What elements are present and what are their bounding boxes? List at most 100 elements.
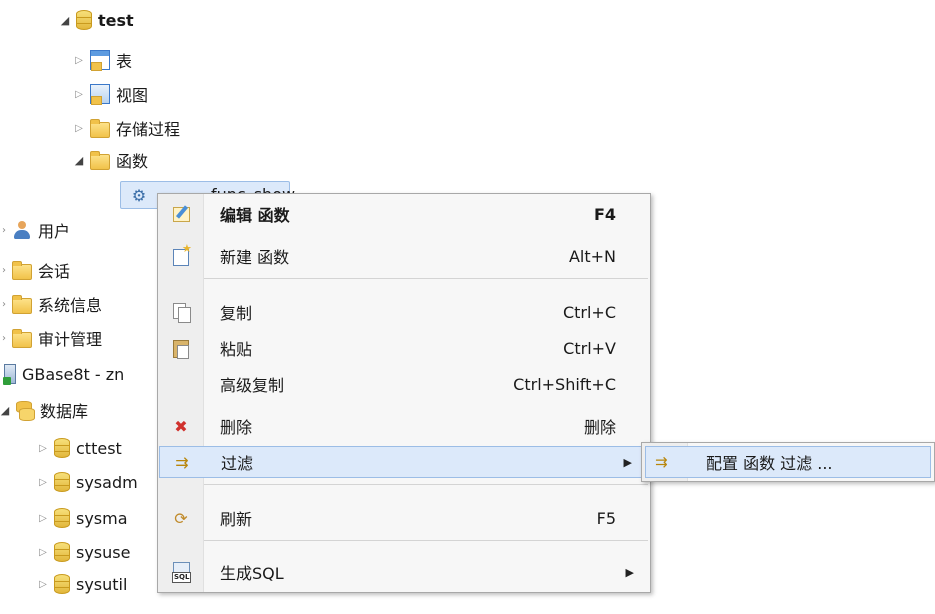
- menu-item-label: 刷新: [220, 510, 253, 529]
- new-icon: [170, 242, 192, 267]
- submenu-arrow-icon: ▶: [625, 565, 634, 579]
- tree-node-db[interactable]: ▷ sysutil: [36, 570, 127, 598]
- tree-node-sessions[interactable]: › 会话: [0, 256, 70, 284]
- filter-submenu: ⇉ 配置 函数 过滤 ...: [641, 442, 935, 482]
- tree-node-db[interactable]: ▷ cttest: [36, 434, 122, 462]
- database-icon: [76, 10, 92, 30]
- menu-item-refresh[interactable]: ⟳ 刷新 F5: [158, 502, 650, 534]
- tree-node-server[interactable]: GBase8t - zn: [3, 360, 125, 388]
- expand-arrow-icon[interactable]: ›: [0, 263, 8, 277]
- expand-arrow-icon[interactable]: ▷: [36, 441, 50, 455]
- folder-icon: [90, 150, 110, 170]
- sysinfo-folder-icon: [12, 294, 32, 314]
- database-icon: [54, 438, 70, 458]
- filter-icon: ⇉: [655, 453, 668, 471]
- tree-node-label: sysutil: [76, 574, 128, 594]
- expand-arrow-icon[interactable]: ›: [0, 297, 8, 311]
- refresh-icon: ⟳: [174, 508, 188, 528]
- tree-node-db[interactable]: ▷ sysadm: [36, 468, 138, 496]
- menu-item-label: 编辑 函数: [220, 206, 290, 225]
- menu-item-paste[interactable]: 粘贴 Ctrl+V: [158, 332, 650, 364]
- tree-node-databases[interactable]: ◢ 数据库: [0, 396, 88, 424]
- tree-node-label: 视图: [116, 86, 149, 105]
- collapse-arrow-icon[interactable]: ◢: [0, 403, 10, 417]
- menu-item-label: 高级复制: [220, 376, 285, 395]
- tree-node-tables[interactable]: ▷ 表: [72, 46, 132, 74]
- tree-node-label: 存储过程: [116, 120, 181, 139]
- audit-folder-icon: [12, 328, 32, 348]
- tree-node-db[interactable]: ▷ sysuse: [36, 538, 130, 566]
- tree-node-audit[interactable]: › 审计管理: [0, 324, 102, 352]
- menu-item-copy[interactable]: 复制 Ctrl+C: [158, 296, 650, 328]
- tree-node-label: 系统信息: [38, 296, 103, 315]
- menu-item-shortcut: Ctrl+C: [562, 302, 616, 322]
- menu-item-filter[interactable]: ⇉ 过滤 ▶: [159, 446, 649, 478]
- delete-icon: ✖: [174, 416, 188, 436]
- expand-arrow-icon[interactable]: ›: [0, 331, 8, 345]
- menu-item-shortcut: Ctrl+V: [563, 338, 616, 358]
- menu-item-edit-function[interactable]: 编辑 函数 F4: [158, 198, 650, 230]
- menu-item-label: 配置 函数 过滤 ...: [706, 454, 833, 473]
- collapse-arrow-icon[interactable]: ◢: [72, 153, 86, 167]
- tree-node-label: 审计管理: [38, 330, 103, 349]
- menu-separator: [204, 540, 648, 541]
- menu-item-label: 粘贴: [220, 340, 253, 359]
- tree-node-label: test: [98, 10, 134, 30]
- menu-item-label: 复制: [220, 304, 253, 323]
- tree-node-label: GBase8t - zn: [22, 364, 125, 384]
- menu-item-generate-sql[interactable]: 生成SQL ▶: [158, 556, 650, 588]
- tree-node-label: sysuse: [76, 542, 131, 562]
- folder-icon: [90, 118, 110, 138]
- tree-node-label: 表: [116, 52, 133, 71]
- paste-icon: [170, 337, 192, 359]
- expand-arrow-icon[interactable]: ▷: [72, 87, 86, 101]
- sql-icon: [170, 561, 192, 583]
- menu-item-label: 过滤: [221, 454, 254, 473]
- table-folder-icon: [90, 50, 110, 71]
- copy-icon: [170, 301, 192, 323]
- tree-node-procedures[interactable]: ▷ 存储过程: [72, 114, 180, 142]
- tree-node-label: 会话: [38, 262, 71, 281]
- tree-node-functions[interactable]: ◢ 函数: [72, 146, 148, 174]
- tree-node-views[interactable]: ▷ 视图: [72, 80, 148, 108]
- menu-item-shortcut: Alt+N: [568, 246, 616, 266]
- database-icon: [54, 574, 70, 594]
- menu-item-shortcut: F5: [596, 508, 616, 528]
- expand-arrow-icon[interactable]: ▷: [36, 511, 50, 525]
- tree-node-sysinfo[interactable]: › 系统信息: [0, 290, 102, 318]
- expand-arrow-icon[interactable]: ›: [0, 223, 8, 237]
- menu-item-label: 生成SQL: [220, 564, 284, 583]
- tree-node-users[interactable]: › 用户: [0, 216, 70, 244]
- function-gear-icon: ⚙: [131, 185, 147, 205]
- expand-arrow-icon[interactable]: ▷: [72, 53, 86, 67]
- tree-node-label: 函数: [116, 152, 149, 171]
- tree-node-label: 用户: [38, 222, 71, 241]
- session-folder-icon: [12, 260, 32, 280]
- expand-arrow-icon[interactable]: ▷: [36, 545, 50, 559]
- server-icon: [3, 364, 16, 385]
- menu-item-shortcut: Ctrl+Shift+C: [513, 374, 616, 394]
- menu-item-advanced-copy[interactable]: 高级复制 Ctrl+Shift+C: [158, 368, 650, 400]
- tree-node-label: sysadm: [76, 472, 138, 492]
- database-icon: [54, 508, 70, 528]
- menu-item-label: 删除: [220, 418, 253, 437]
- database-icon: [54, 472, 70, 492]
- submenu-arrow-icon: ▶: [623, 455, 632, 469]
- database-icon: [54, 542, 70, 562]
- menu-item-delete[interactable]: ✖ 删除 删除: [158, 410, 650, 442]
- menu-item-configure-filter[interactable]: ⇉ 配置 函数 过滤 ...: [645, 446, 931, 478]
- tree-node-test[interactable]: ◢ test: [58, 6, 134, 34]
- menu-item-shortcut: F4: [593, 204, 616, 224]
- filter-icon: ⇉: [175, 452, 189, 472]
- user-icon: [12, 220, 32, 240]
- menu-item-shortcut: 删除: [583, 418, 616, 437]
- menu-separator: [204, 278, 648, 279]
- collapse-arrow-icon[interactable]: ◢: [58, 13, 72, 27]
- tree-node-label: 数据库: [40, 402, 89, 421]
- expand-arrow-icon[interactable]: ▷: [72, 121, 86, 135]
- expand-arrow-icon[interactable]: ▷: [36, 577, 50, 591]
- menu-separator: [204, 484, 648, 485]
- menu-item-new-function[interactable]: 新建 函数 Alt+N: [158, 240, 650, 272]
- expand-arrow-icon[interactable]: ▷: [36, 475, 50, 489]
- tree-node-db[interactable]: ▷ sysma: [36, 504, 128, 532]
